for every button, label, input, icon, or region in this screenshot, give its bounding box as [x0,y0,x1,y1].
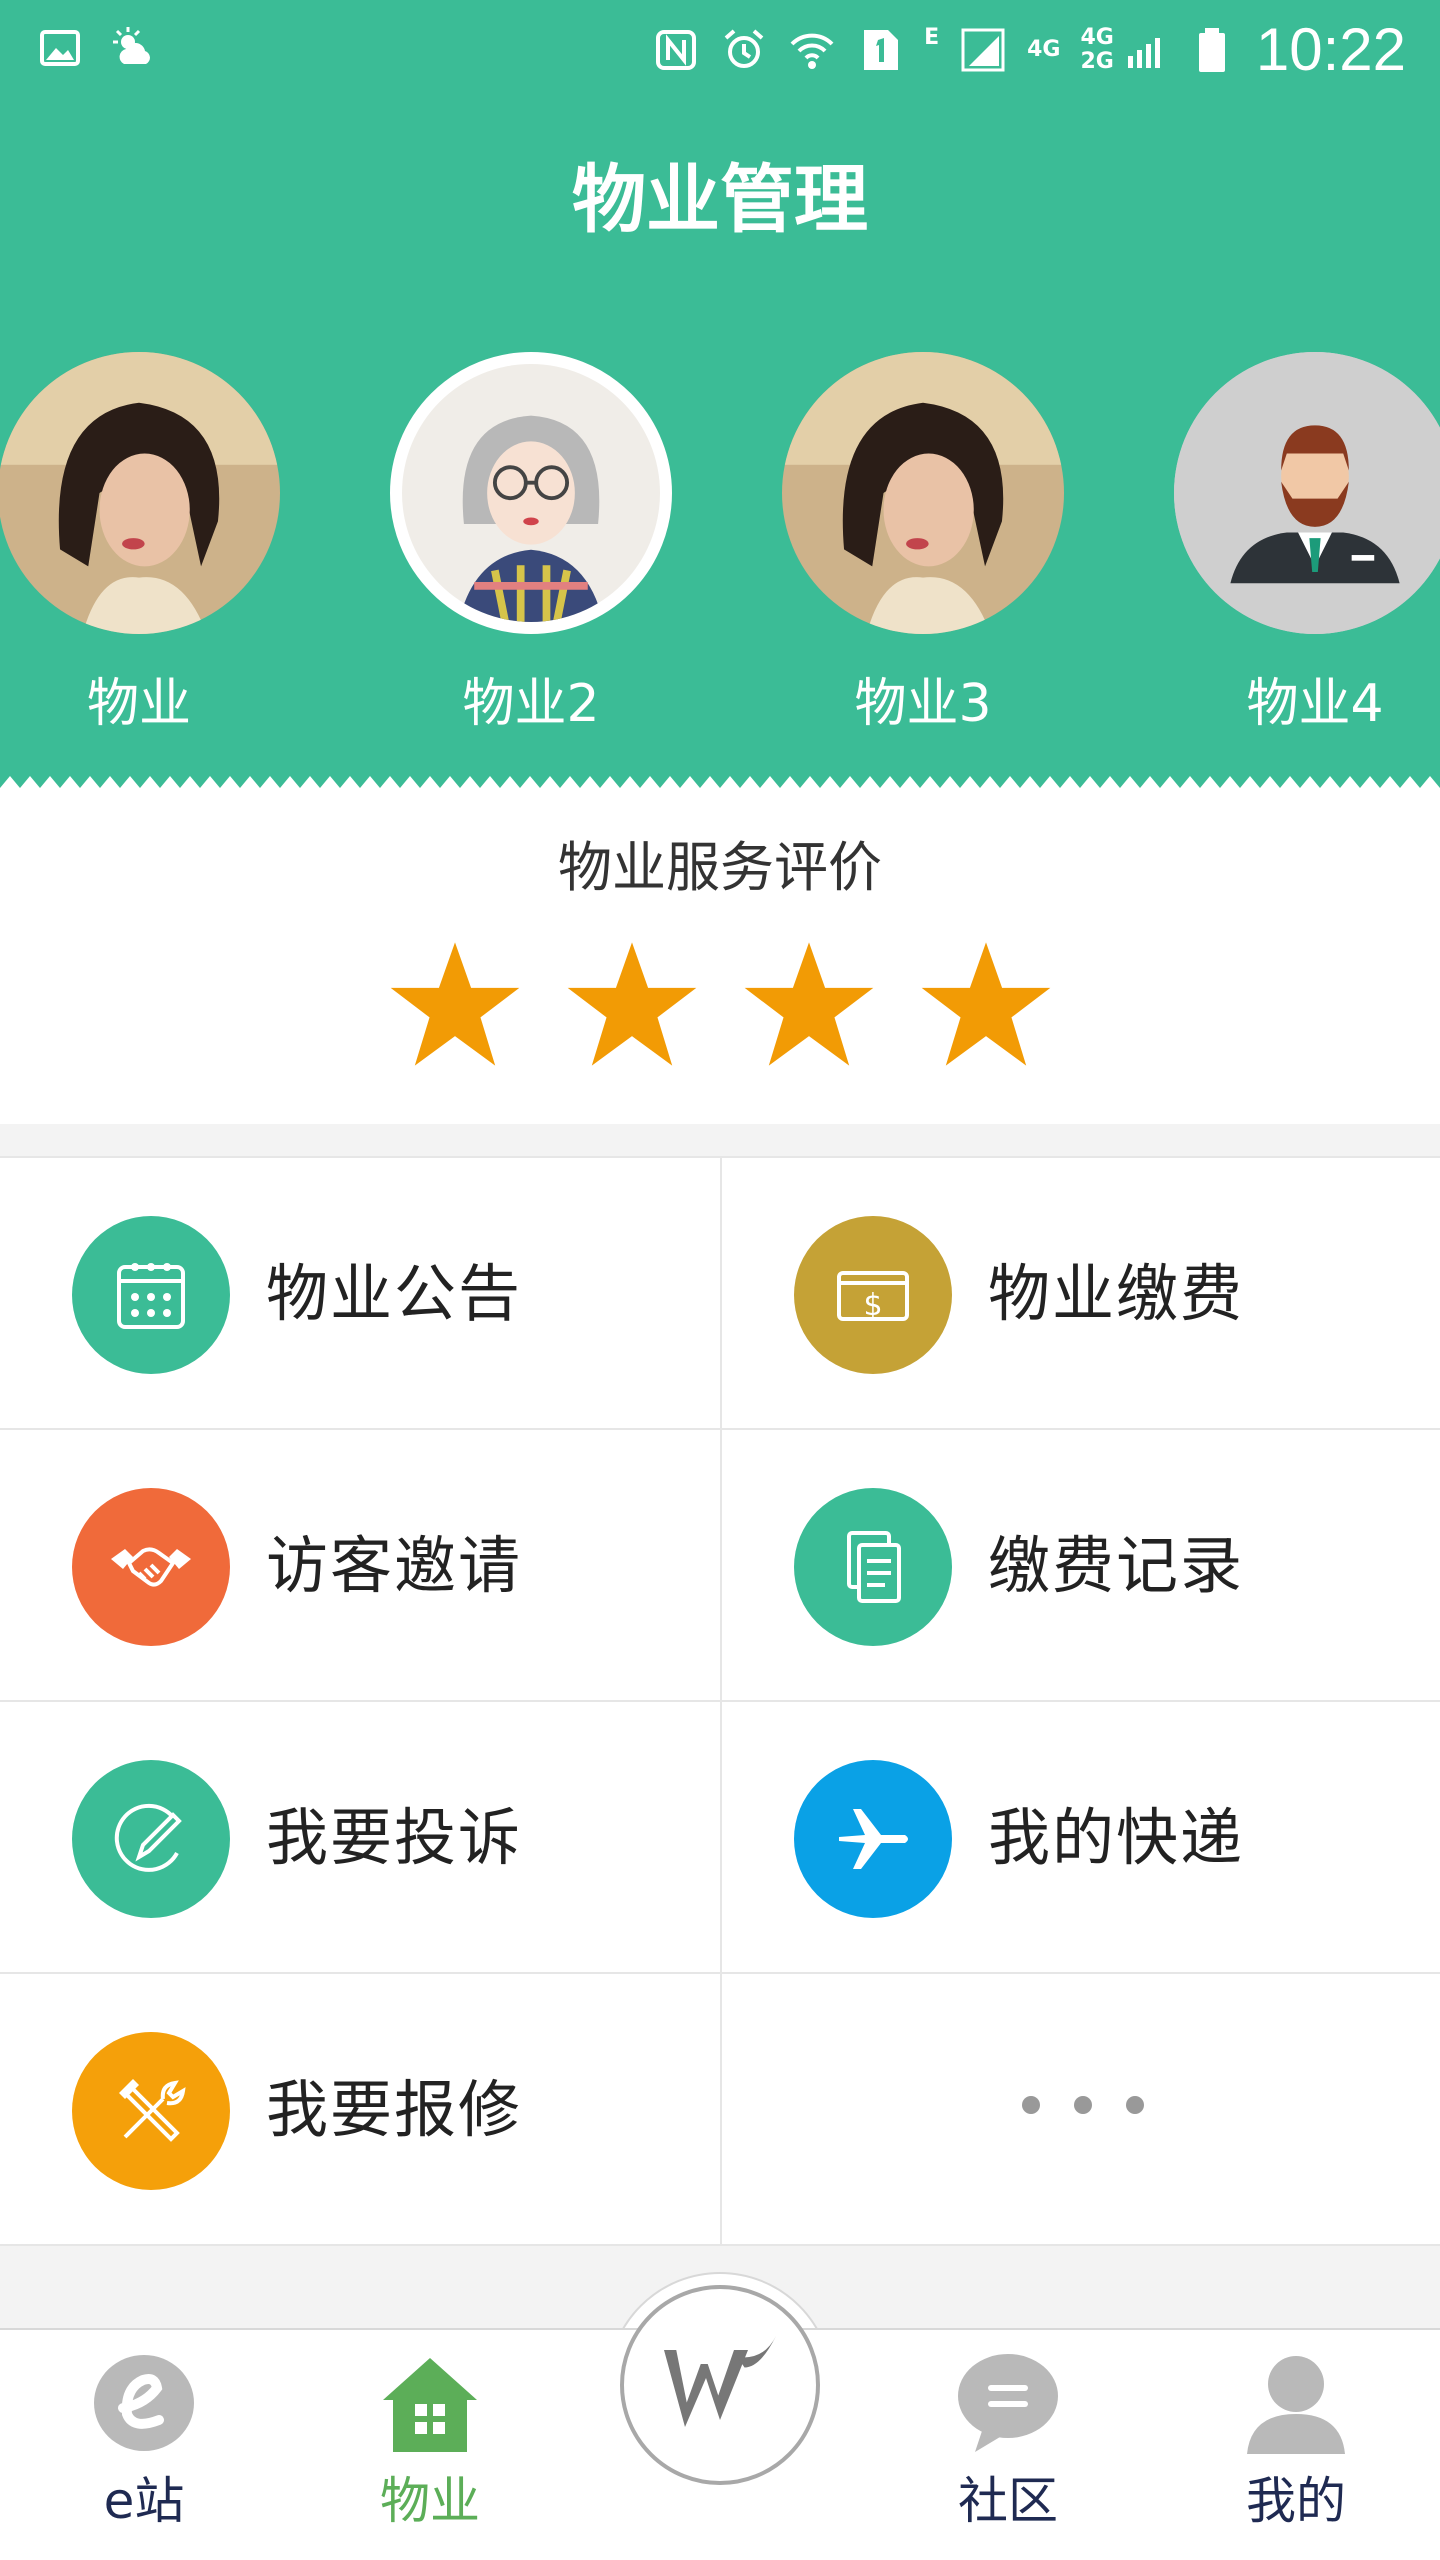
service-icon-bg [72,2032,230,2190]
star-icon[interactable] [742,937,876,1071]
tools-icon [119,2079,186,2142]
star-icon[interactable] [919,937,1053,1071]
network-type-label: 4G [1080,25,1114,50]
calendar-icon [117,1263,185,1329]
tab-label: 社区 [958,2472,1058,2530]
signal-icon [961,28,1005,72]
airplane-icon [839,1809,908,1869]
property-name: 物业2 [462,674,600,734]
service-visitor-invite[interactable]: 访客邀请 [0,1430,720,1702]
property-item[interactable]: 物业2 [390,352,672,736]
clock: 10:22 [1255,16,1406,83]
avatar[interactable] [0,352,280,634]
partly-cloudy-icon [113,27,150,64]
property-avatar-carousel[interactable]: 物业 物业2 物业3 物业4 [0,352,1440,752]
tab-community[interactable]: 社区 [908,2348,1108,2536]
handshake-icon [111,1547,191,1587]
service-grid: 物业公告 $ 物业缴费 访客邀请 缴费记录 我要投诉 我的快递 我要报修 [0,1156,1440,2246]
tab-label: 物业 [380,2472,480,2530]
w-logo-icon [664,2336,776,2427]
tab-property[interactable]: 物业 [330,2348,530,2536]
tab-e-station[interactable]: e站 [44,2348,244,2536]
service-icon-bg [72,1216,230,1374]
star-icon[interactable] [565,937,699,1071]
avatar[interactable] [390,352,672,634]
service-icon-bg [794,1488,952,1646]
service-label: 我要报修 [266,2073,523,2146]
service-label: 物业缴费 [988,1257,1245,1330]
network-type-label: 2G [1080,49,1114,74]
rating-stars[interactable] [0,937,1440,1071]
gallery-icon [40,30,80,66]
tab-mine[interactable]: 我的 [1196,2348,1396,2536]
battery-icon [1198,28,1225,72]
service-icon-bg [794,1760,952,1918]
user-icon [1247,2356,1345,2454]
property-name: 物业3 [854,674,992,734]
more-dots-icon [1022,2096,1144,2114]
service-more[interactable] [720,1974,1440,2246]
service-icon-bg: $ [794,1216,952,1374]
alarm-icon [724,29,764,68]
service-label: 缴费记录 [988,1529,1245,1602]
rating-title: 物业服务评价 [558,836,882,899]
property-name: 物业 [86,674,191,734]
documents-icon [847,1531,901,1603]
star-icon[interactable] [388,937,522,1071]
zigzag-edge [0,776,1440,800]
woman-photo-avatar [0,352,280,634]
property-item[interactable]: 物业3 [782,352,1064,736]
service-repair[interactable]: 我要报修 [0,1974,720,2246]
network-type-label: 4G [1027,37,1061,62]
e-station-icon [94,2355,194,2451]
woman-photo-avatar [782,352,1064,634]
page-title: 物业管理 [572,157,868,243]
service-complaint[interactable]: 我要投诉 [0,1702,720,1974]
service-express[interactable]: 我的快递 [720,1702,1440,1974]
property-name: 物业4 [1246,674,1384,734]
wifi-icon [790,33,834,69]
service-icon-bg [72,1760,230,1918]
avatar[interactable] [782,352,1064,634]
service-label: 我要投诉 [266,1801,523,1874]
pencil-icon [114,1803,182,1872]
service-label: 我的快递 [988,1801,1245,1874]
chat-bubble-icon [958,2354,1058,2452]
service-rating: 物业服务评价 [0,800,1440,1124]
header: E 4G 4G 2G 10:22 物业管理 物业 物业2 物业3 物业4 [0,0,1440,800]
payment-icon: $ [837,1271,909,1323]
status-bar: E 4G 4G 2G 10:22 [0,0,1440,100]
tab-label: 我的 [1246,2472,1346,2530]
avatar[interactable] [1174,352,1440,634]
service-label: 访客邀请 [266,1529,523,1602]
illustrated-girl-avatar [402,364,660,622]
man-in-suit-avatar [1174,352,1440,634]
center-tab-button[interactable] [620,2285,820,2485]
tab-label: e站 [103,2472,185,2530]
service-payment-records[interactable]: 缴费记录 [720,1430,1440,1702]
nfc-icon [656,30,697,70]
home-icon [383,2358,477,2452]
property-item[interactable]: 物业4 [1174,352,1440,736]
service-icon-bg [72,1488,230,1646]
sim-1-icon [864,30,899,70]
property-item[interactable]: 物业 [0,352,280,736]
service-announcement[interactable]: 物业公告 [0,1158,720,1430]
dual-signal-icon [1127,38,1160,68]
service-label: 物业公告 [266,1257,523,1330]
service-payment[interactable]: $ 物业缴费 [720,1158,1440,1430]
svg-text:$: $ [863,1288,882,1323]
network-type-label: E [924,25,940,50]
